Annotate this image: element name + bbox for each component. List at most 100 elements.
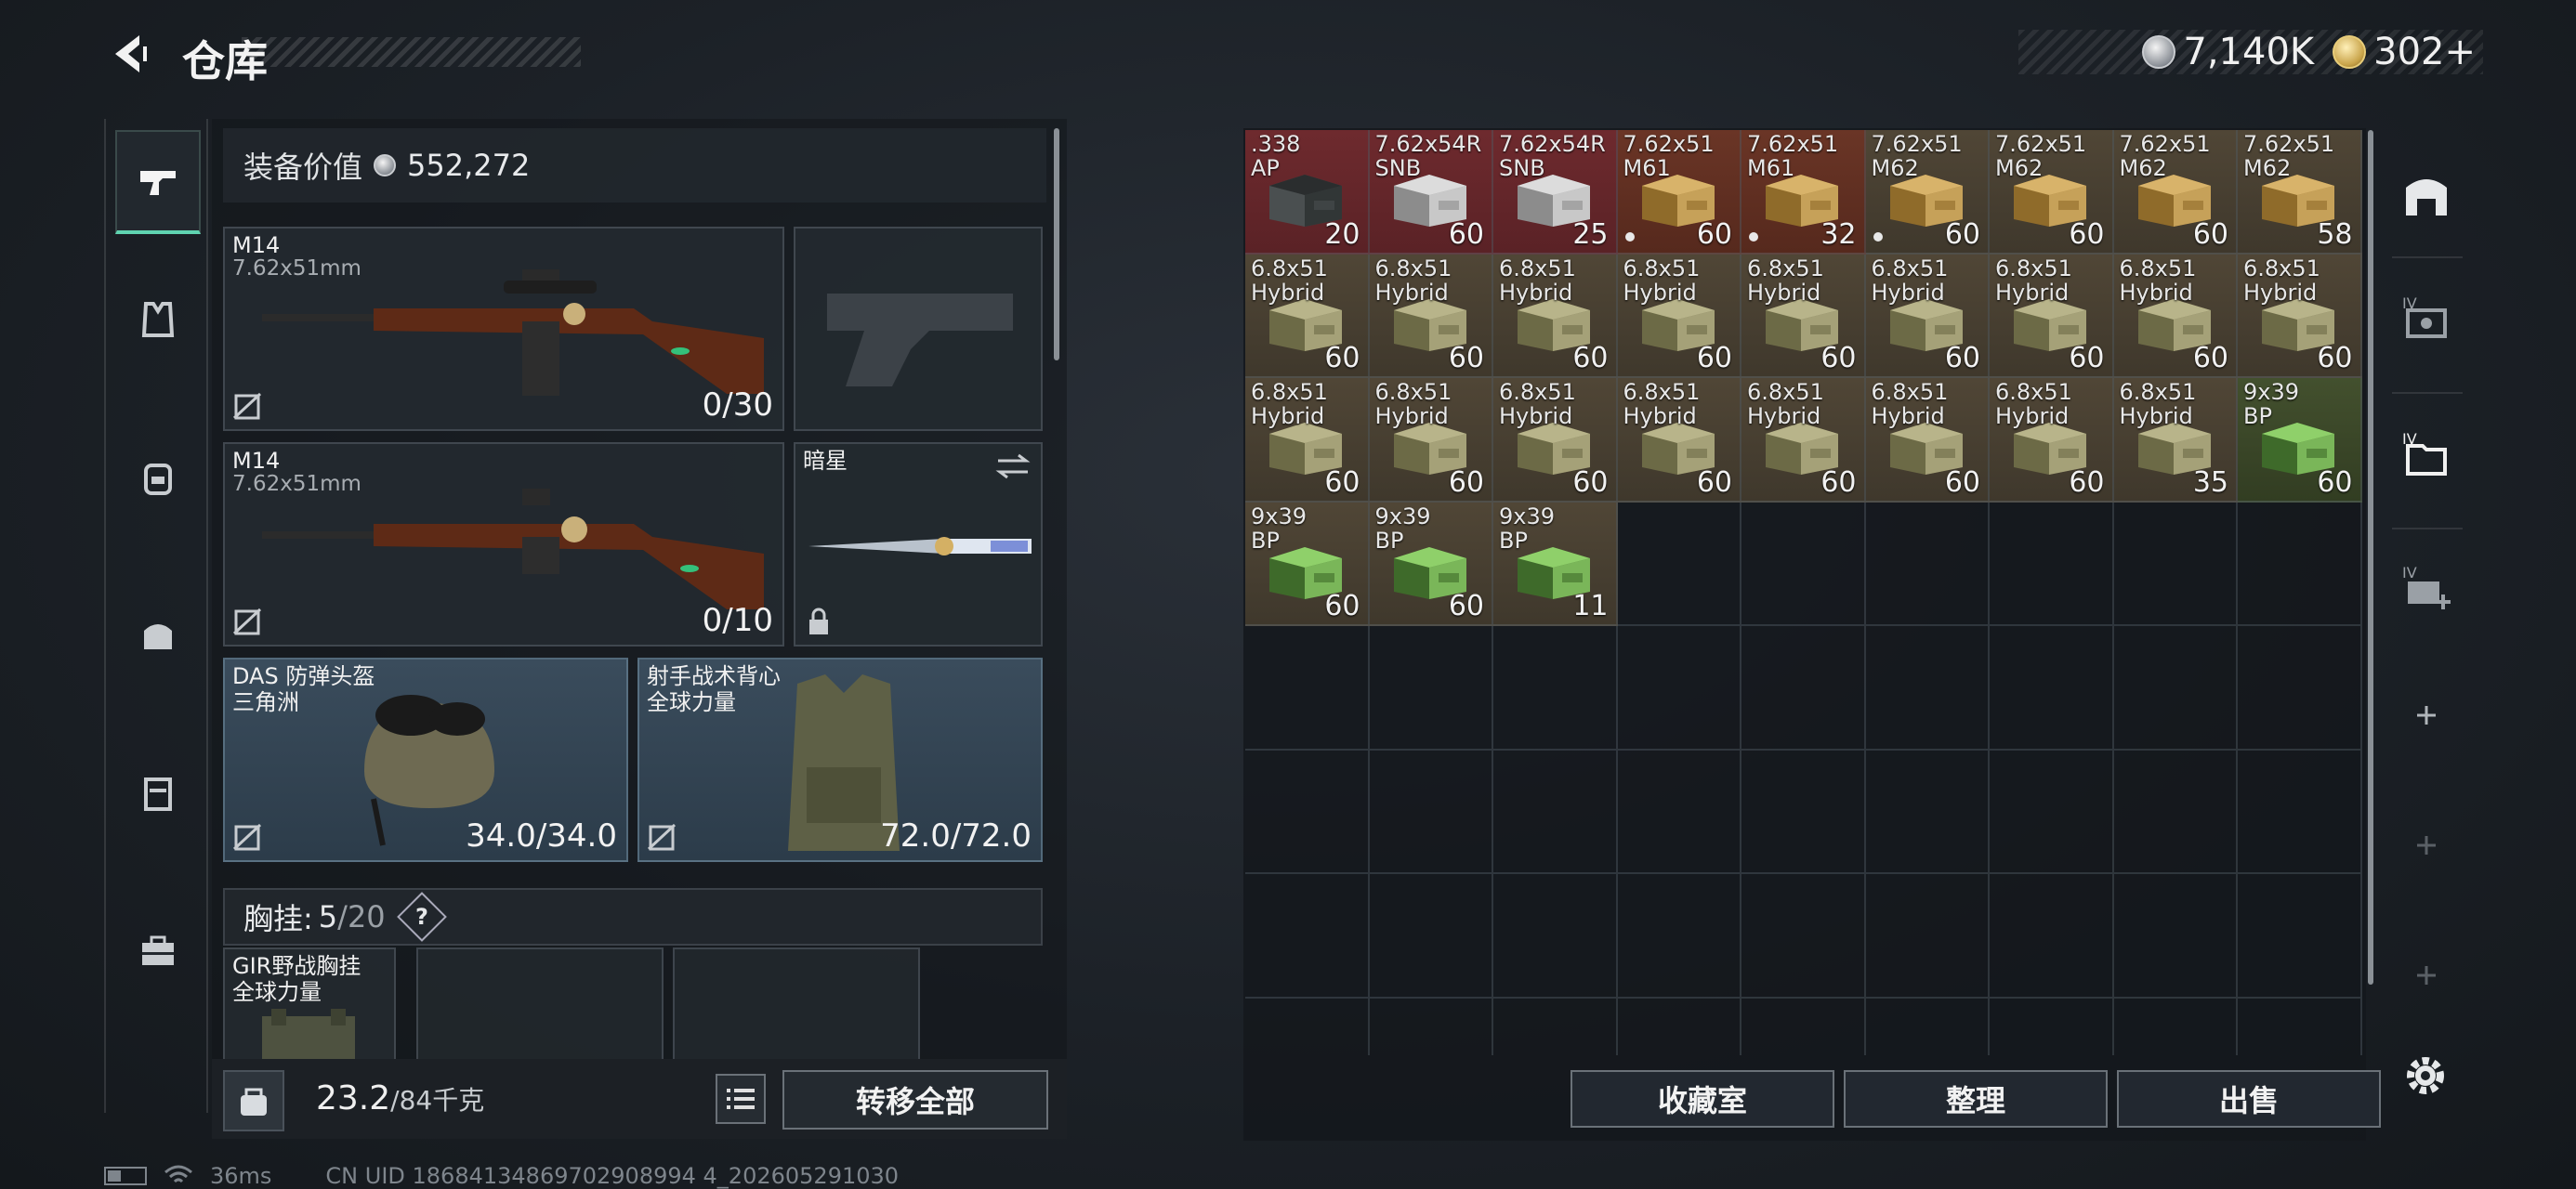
add-storage-expansion[interactable]: IV xyxy=(2386,539,2466,632)
storage-item[interactable]: 6.8x51 Hybrid 60 xyxy=(1617,378,1741,503)
storage-item[interactable]: 6.8x51 Hybrid 60 xyxy=(1245,378,1370,503)
storage-item[interactable]: 7.62x51 M62 60 xyxy=(1865,130,1990,255)
storage-item[interactable]: 6.8x51 Hybrid 60 xyxy=(1493,254,1618,378)
storage-empty-cell[interactable] xyxy=(1741,626,1866,751)
storage-item[interactable]: 7.62x51 M61 60 xyxy=(1617,130,1741,255)
storage-empty-cell[interactable] xyxy=(2238,998,2362,1055)
storage-empty-cell[interactable] xyxy=(2114,998,2238,1055)
nav-container[interactable] xyxy=(115,741,201,845)
storage-item[interactable]: 6.8x51 Hybrid 60 xyxy=(1990,378,2114,503)
silver-currency[interactable]: 7,140K xyxy=(2142,31,2314,73)
storage-empty-cell[interactable] xyxy=(2113,750,2238,874)
storage-empty-cell[interactable] xyxy=(1865,502,1990,626)
loadout-scrollbar[interactable] xyxy=(1054,128,1059,360)
storage-empty-cell[interactable] xyxy=(2238,874,2362,999)
storage-item[interactable]: 6.8x51 Hybrid 60 xyxy=(1865,378,1990,503)
rig-pocket-slot[interactable] xyxy=(673,947,920,1059)
help-button[interactable]: ? xyxy=(396,892,447,942)
storage-item[interactable]: 6.8x51 Hybrid 60 xyxy=(2238,254,2362,378)
storage-empty-cell[interactable] xyxy=(1369,874,1493,999)
storage-tab-4-active[interactable]: IV xyxy=(2386,405,2466,498)
helmet-slot[interactable]: DAS 防弹头盔 三角洲 34.0/34.0 xyxy=(223,658,628,862)
storage-item[interactable]: 6.8x51 Hybrid 60 xyxy=(1245,254,1370,378)
storage-empty-cell[interactable] xyxy=(1617,502,1741,626)
nav-armor[interactable] xyxy=(115,268,201,372)
storage-empty-cell[interactable] xyxy=(1617,750,1741,874)
storage-empty-cell[interactable] xyxy=(1245,750,1370,874)
chest-rig-slot[interactable]: GIR野战胸挂 全球力量 xyxy=(223,947,396,1059)
swap-icon[interactable] xyxy=(994,451,1032,481)
storage-empty-cell[interactable] xyxy=(1990,750,2114,874)
storage-item[interactable]: .338 AP 20 xyxy=(1245,130,1370,255)
storage-item[interactable]: 6.8x51 Hybrid 60 xyxy=(1865,254,1990,378)
storage-item[interactable]: 6.8x51 Hybrid 60 xyxy=(1493,378,1618,503)
storage-empty-cell[interactable] xyxy=(1369,750,1493,874)
storage-tab-4[interactable]: IV xyxy=(2386,269,2466,362)
storage-empty-cell[interactable] xyxy=(1865,750,1990,874)
storage-empty-cell[interactable] xyxy=(1493,874,1618,999)
nav-toolbox[interactable] xyxy=(115,899,201,1003)
storage-empty-cell[interactable] xyxy=(1245,626,1370,751)
storage-item[interactable]: 6.8x51 Hybrid 60 xyxy=(1369,378,1493,503)
storage-empty-cell[interactable] xyxy=(2113,626,2238,751)
storage-item[interactable]: 6.8x51 Hybrid 60 xyxy=(1741,254,1866,378)
storage-item[interactable]: 7.62x51 M62 60 xyxy=(1990,130,2114,255)
add-storage-slot[interactable] xyxy=(2386,799,2466,892)
storage-empty-cell[interactable] xyxy=(1245,998,1370,1055)
sell-button[interactable]: 出售 xyxy=(2117,1070,2381,1128)
armor-slot[interactable]: 射手战术背心 全球力量 72.0/72.0 xyxy=(637,658,1043,862)
collection-room-button[interactable]: 收藏室 xyxy=(1571,1070,1834,1128)
storage-item[interactable]: 9x39 BP 60 xyxy=(1369,502,1493,626)
storage-item[interactable]: 9x39 BP 60 xyxy=(2238,378,2362,503)
storage-empty-cell[interactable] xyxy=(1990,874,2114,999)
storage-empty-cell[interactable] xyxy=(2238,502,2362,626)
storage-item[interactable]: 9x39 BP 11 xyxy=(1493,502,1618,626)
storage-empty-cell[interactable] xyxy=(1493,998,1618,1055)
storage-item[interactable]: 7.62x54R SNB 60 xyxy=(1369,130,1493,255)
storage-item[interactable]: 6.8x51 Hybrid 60 xyxy=(2113,254,2238,378)
storage-scrollbar[interactable] xyxy=(2368,130,2373,985)
melee-slot[interactable]: 暗星 xyxy=(794,442,1043,647)
storage-empty-cell[interactable] xyxy=(1618,998,1741,1055)
add-storage-slot[interactable] xyxy=(2386,669,2466,762)
storage-item[interactable]: 6.8x51 Hybrid 60 xyxy=(1990,254,2114,378)
storage-empty-cell[interactable] xyxy=(1990,998,2114,1055)
organize-button[interactable]: 整理 xyxy=(1844,1070,2108,1128)
settings-button[interactable] xyxy=(2399,1050,2451,1102)
storage-item[interactable]: 7.62x51 M62 58 xyxy=(2238,130,2362,255)
storage-empty-cell[interactable] xyxy=(1370,998,1493,1055)
storage-empty-cell[interactable] xyxy=(1369,626,1493,751)
rig-pocket-slot[interactable] xyxy=(416,947,664,1059)
storage-empty-cell[interactable] xyxy=(2238,750,2362,874)
nav-bag[interactable] xyxy=(115,583,201,687)
storage-empty-cell[interactable] xyxy=(1741,750,1866,874)
sidearm-slot[interactable] xyxy=(794,227,1043,431)
back-button[interactable] xyxy=(102,26,158,82)
transfer-all-button[interactable]: 转移全部 xyxy=(782,1070,1048,1130)
nav-weapons[interactable] xyxy=(115,130,201,234)
storage-empty-cell[interactable] xyxy=(1617,626,1741,751)
add-storage-slot[interactable] xyxy=(2386,929,2466,1022)
storage-empty-cell[interactable] xyxy=(2238,626,2362,751)
storage-empty-cell[interactable] xyxy=(1865,874,1990,999)
storage-empty-cell[interactable] xyxy=(1990,626,2114,751)
storage-empty-cell[interactable] xyxy=(1741,874,1866,999)
nav-backpack[interactable] xyxy=(115,425,201,529)
storage-item[interactable]: 7.62x54R SNB 25 xyxy=(1493,130,1618,255)
storage-empty-cell[interactable] xyxy=(1617,874,1741,999)
gold-currency[interactable]: 302+ xyxy=(2333,31,2476,73)
storage-item[interactable]: 6.8x51 Hybrid 60 xyxy=(1617,254,1741,378)
primary-weapon-slot[interactable]: M14 7.62x51mm 0/30 xyxy=(223,227,784,431)
primary-weapon-slot-2[interactable]: M14 7.62x51mm 0/10 xyxy=(223,442,784,647)
storage-item[interactable]: 6.8x51 Hybrid 35 xyxy=(2113,378,2238,503)
storage-item[interactable]: 9x39 BP 60 xyxy=(1245,502,1370,626)
storage-empty-cell[interactable] xyxy=(1493,750,1618,874)
storage-item[interactable]: 7.62x51 M62 60 xyxy=(2113,130,2238,255)
list-view-button[interactable] xyxy=(716,1074,766,1124)
storage-tab-main[interactable] xyxy=(2386,149,2466,242)
storage-empty-cell[interactable] xyxy=(1245,874,1370,999)
storage-empty-cell[interactable] xyxy=(1865,626,1990,751)
storage-empty-cell[interactable] xyxy=(1741,998,1866,1055)
storage-empty-cell[interactable] xyxy=(1866,998,1990,1055)
storage-empty-cell[interactable] xyxy=(1741,502,1866,626)
